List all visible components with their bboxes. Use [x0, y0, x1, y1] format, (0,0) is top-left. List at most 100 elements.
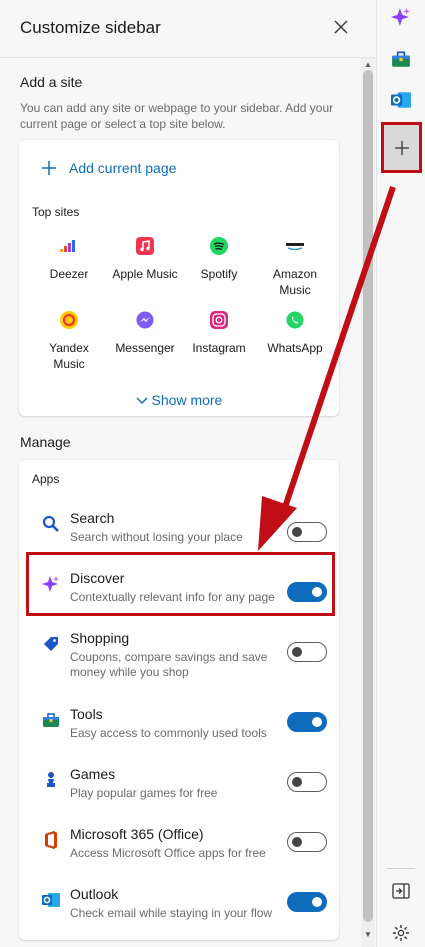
- office-toggle[interactable]: [287, 832, 327, 852]
- app-description: Contextually relevant info for any page: [70, 590, 275, 604]
- top-sites-label: Top sites: [32, 205, 80, 219]
- toggle-knob: [292, 837, 302, 847]
- yandex-music-icon: [59, 310, 79, 330]
- whatsapp-icon: [285, 310, 305, 330]
- apps-label: Apps: [32, 472, 60, 486]
- rail-tools-button[interactable]: [389, 47, 413, 71]
- show-more-button[interactable]: Show more: [19, 392, 339, 408]
- rail-divider: [387, 868, 415, 869]
- apple-music-icon: [135, 236, 155, 256]
- rail-discover-button[interactable]: [389, 5, 413, 29]
- scrollbar[interactable]: ▲ ▼: [361, 58, 375, 947]
- split-screen-icon: [392, 883, 410, 899]
- app-row-office: Microsoft 365 (Office) Access Microsoft …: [19, 826, 339, 882]
- plus-icon: [42, 161, 56, 175]
- site-label: Deezer: [49, 267, 89, 281]
- site-label: Amazon Music: [272, 267, 318, 297]
- top-site-spotify[interactable]: Spotify: [182, 236, 256, 282]
- toggle-knob: [292, 527, 302, 537]
- top-site-messenger[interactable]: Messenger: [108, 310, 182, 356]
- add-site-card: Add current page Top sites Deezer Apple …: [19, 140, 339, 416]
- toolbox-icon: [41, 710, 61, 730]
- add-site-heading: Add a site: [20, 74, 83, 90]
- app-name: Search: [70, 510, 115, 526]
- rail-outlook-button[interactable]: [389, 88, 413, 112]
- panel-scroll-area[interactable]: Add a site You can add any site or webpa…: [0, 58, 362, 947]
- site-label: Yandex Music: [49, 341, 89, 371]
- spotify-icon: [209, 236, 229, 256]
- tools-toggle[interactable]: [287, 712, 327, 732]
- add-icon: [394, 140, 409, 155]
- manage-heading: Manage: [20, 434, 71, 450]
- toolbox-icon: [392, 51, 410, 67]
- search-toggle[interactable]: [287, 522, 327, 542]
- top-site-instagram[interactable]: Instagram: [182, 310, 256, 356]
- outlook-toggle[interactable]: [287, 892, 327, 912]
- scroll-up-arrow[interactable]: ▲: [364, 60, 372, 69]
- toggle-knob: [292, 777, 302, 787]
- close-button[interactable]: [328, 14, 354, 40]
- site-label: WhatsApp: [267, 341, 323, 355]
- sidebar-rail: [377, 0, 425, 947]
- close-icon: [334, 20, 348, 34]
- toggle-knob: [312, 717, 322, 727]
- top-site-amazon-music[interactable]: Amazon Music: [258, 236, 332, 298]
- shopping-tag-icon: [41, 634, 61, 654]
- toggle-knob: [292, 647, 302, 657]
- customize-sidebar-panel: Customize sidebar Add a site You can add…: [0, 0, 377, 947]
- app-row-tools: Tools Easy access to commonly used tools: [19, 706, 339, 762]
- outlook-icon: [391, 92, 411, 108]
- rail-add-button[interactable]: [381, 122, 422, 173]
- games-toggle[interactable]: [287, 772, 327, 792]
- app-name: Tools: [70, 706, 103, 722]
- shopping-toggle[interactable]: [287, 642, 327, 662]
- discover-icon: [41, 574, 61, 594]
- scrollbar-thumb[interactable]: [363, 70, 373, 922]
- manage-apps-card: Apps Search Search without losing your p…: [19, 460, 339, 940]
- app-name: Microsoft 365 (Office): [70, 826, 204, 842]
- app-description: Coupons, compare savings and save money …: [70, 650, 268, 679]
- app-row-shopping: Shopping Coupons, compare savings and sa…: [19, 630, 339, 686]
- deezer-icon: [59, 236, 79, 256]
- games-icon: [41, 770, 61, 790]
- app-description: Search without losing your place: [70, 530, 243, 544]
- rail-split-button[interactable]: [389, 879, 413, 903]
- amazon-music-icon: [285, 236, 305, 256]
- add-current-page-label: Add current page: [69, 160, 177, 176]
- instagram-icon: [209, 310, 229, 330]
- app-name: Discover: [70, 570, 125, 586]
- top-site-whatsapp[interactable]: WhatsApp: [258, 310, 332, 356]
- app-row-search: Search Search without losing your place: [19, 510, 339, 566]
- scroll-down-arrow[interactable]: ▼: [364, 930, 372, 939]
- show-more-label: Show more: [151, 392, 223, 408]
- discover-toggle[interactable]: [287, 582, 327, 602]
- outlook-icon: [41, 890, 61, 910]
- site-label: Instagram: [192, 341, 246, 355]
- app-name: Games: [70, 766, 116, 782]
- panel-title: Customize sidebar: [20, 18, 161, 37]
- site-label: Apple Music: [112, 267, 178, 281]
- top-site-deezer[interactable]: Deezer: [32, 236, 106, 282]
- site-label: Spotify: [200, 267, 238, 281]
- app-row-games: Games Play popular games for free: [19, 766, 339, 822]
- app-row-discover: Discover Contextually relevant info for …: [19, 570, 339, 626]
- site-label: Messenger: [115, 341, 175, 355]
- panel-header: Customize sidebar: [0, 0, 376, 58]
- top-site-yandex-music[interactable]: Yandex Music: [32, 310, 106, 372]
- rail-settings-button[interactable]: [389, 921, 413, 945]
- messenger-icon: [135, 310, 155, 330]
- app-row-outlook: Outlook Check email while staying in you…: [19, 886, 339, 942]
- app-description: Play popular games for free: [70, 786, 218, 800]
- app-description: Access Microsoft Office apps for free: [70, 846, 266, 860]
- toggle-knob: [312, 587, 322, 597]
- app-name: Outlook: [70, 886, 119, 902]
- top-site-apple-music[interactable]: Apple Music: [108, 236, 182, 282]
- add-current-page-button[interactable]: Add current page: [41, 160, 176, 176]
- toggle-knob: [312, 897, 322, 907]
- add-site-description: You can add any site or webpage to your …: [20, 101, 334, 131]
- app-name: Shopping: [70, 630, 130, 646]
- office-icon: [41, 830, 61, 850]
- app-description: Easy access to commonly used tools: [70, 726, 267, 740]
- discover-icon: [391, 8, 410, 26]
- app-description: Check email while staying in your flow: [70, 906, 273, 920]
